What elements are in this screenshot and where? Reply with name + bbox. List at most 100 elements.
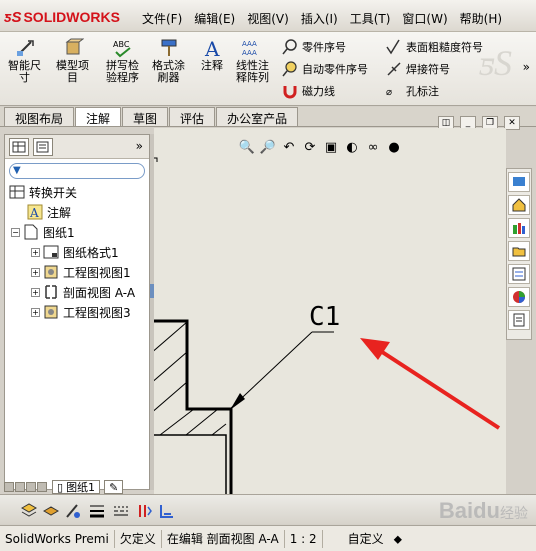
status-scale[interactable]: 1 : 2 (285, 529, 323, 548)
menu-tools[interactable]: 工具(T) (344, 8, 397, 29)
spell-checker-button[interactable]: ABC 拼写检 验程序 (106, 38, 139, 84)
tree-item-sheet-format[interactable]: + 图纸格式1 (31, 243, 119, 261)
tab-office-products[interactable]: 办公室产品 (216, 107, 299, 126)
baidu-watermark: Baidu经验 (438, 498, 528, 523)
tree-item-section-view[interactable]: + 剖面视图 A-A (31, 283, 135, 301)
zoom-to-fit-icon[interactable]: 🔍 (238, 138, 256, 156)
hole-callout-button[interactable]: ⌀ 孔标注 (386, 82, 439, 100)
first-sheet-icon[interactable] (4, 482, 14, 492)
line-thickness-icon[interactable] (88, 502, 106, 520)
expand-toggle-icon[interactable]: + (31, 267, 40, 277)
title-menu-bar: ƽS SOLIDWORKS 文件(F) 编辑(E) 视图(V) 插入(I) 工具… (0, 0, 536, 32)
view-palette-icon[interactable] (508, 264, 530, 284)
red-arrowhead (360, 338, 390, 360)
layer-properties-icon[interactable] (42, 502, 60, 520)
model-items-button[interactable]: 模型项 目 (56, 38, 89, 84)
smart-dimension-button[interactable]: 智能尺 寸 (8, 38, 41, 84)
design-library-icon[interactable] (508, 218, 530, 238)
expand-toggle-icon[interactable]: + (31, 247, 40, 257)
note-button[interactable]: A 注释 (200, 37, 224, 72)
magnetic-line-button[interactable]: 磁力线 (282, 82, 335, 100)
format-painter-icon (157, 38, 181, 58)
note-A-icon: A (200, 37, 224, 59)
color-display-mode-icon[interactable] (158, 502, 176, 520)
menu-help[interactable]: 帮助(H) (454, 8, 508, 29)
tab-view-layout[interactable]: 视图布局 (4, 107, 75, 126)
expand-toggle-icon[interactable]: + (31, 307, 40, 317)
hide-show-edges-icon[interactable] (136, 502, 154, 520)
part-outline (154, 319, 233, 494)
surface-finish-button[interactable]: 表面粗糙度符号 (386, 38, 483, 56)
svg-text:AAA: AAA (242, 40, 257, 48)
collapse-toggle-icon[interactable]: − (11, 227, 20, 237)
tree-filter-input[interactable]: ▼ (9, 163, 145, 179)
tab-evaluate[interactable]: 评估 (169, 107, 216, 126)
menu-view[interactable]: 视图(V) (241, 8, 295, 29)
task-pane (506, 168, 532, 340)
weld-symbol-button[interactable]: 焊接符号 (386, 60, 450, 78)
hole-callout-icon: ⌀ (386, 83, 402, 99)
sheet-icon (23, 224, 39, 240)
prev-sheet-icon[interactable] (15, 482, 25, 492)
auto-balloon-button[interactable]: 自动零件序号 (282, 60, 368, 78)
sheet-icon: ▯ (57, 480, 64, 494)
home-icon[interactable] (508, 195, 530, 215)
tree-item-annotations[interactable]: A 注解 (27, 203, 71, 221)
balloon-button[interactable]: 零件序号 (282, 38, 346, 56)
svg-text:⌀: ⌀ (386, 87, 392, 98)
chamfer-label[interactable]: C1 (309, 302, 340, 332)
menu-edit[interactable]: 编辑(E) (188, 8, 241, 29)
menu-window[interactable]: 窗口(W) (396, 8, 453, 29)
linear-note-pattern-button[interactable]: AAA AAA 线性注 释阵列 (236, 38, 269, 84)
ribbon-expand-button[interactable]: » (523, 60, 530, 74)
last-sheet-icon[interactable] (37, 482, 47, 492)
status-definition: 欠定义 (115, 529, 162, 548)
custom-properties-icon[interactable] (508, 310, 530, 330)
appearances-icon[interactable] (508, 287, 530, 307)
weld-symbol-icon (386, 61, 402, 77)
menu-insert[interactable]: 插入(I) (295, 8, 344, 29)
annotation-ribbon: ƽS 智能尺 寸 模型项 目 ABC 拼写检 验程序 格式涂 刷器 A 注释 A… (0, 32, 536, 106)
appearance-icon[interactable]: ● (385, 138, 403, 156)
display-style-icon[interactable]: ▣ (322, 138, 340, 156)
auto-balloon-icon (282, 61, 298, 77)
feature-manager-panel: » ▼ 转换开关 A 注解 − 图纸1 + 图纸格式1 + 工程图视图1 + 剖… (4, 134, 150, 490)
format-painter-button[interactable]: 格式涂 刷器 (152, 38, 185, 84)
tab-sketch[interactable]: 草图 (122, 107, 169, 126)
expand-toggle-icon[interactable]: + (31, 287, 40, 297)
drawing-view-icon (43, 264, 59, 280)
rebuild-icon[interactable]: ⬥ (389, 530, 407, 548)
tab-annotation[interactable]: 注解 (75, 107, 122, 126)
hide-show-icon[interactable]: ◐ (343, 138, 361, 156)
tree-item-drawing-view1[interactable]: + 工程图视图1 (31, 263, 131, 281)
feature-tree-tab-icon[interactable] (9, 138, 29, 156)
line-style-icon[interactable] (112, 502, 130, 520)
layer-icon[interactable] (20, 502, 38, 520)
rotate-icon[interactable]: ⟳ (301, 138, 319, 156)
drawing-canvas[interactable]: C1 (154, 128, 506, 494)
line-color-icon[interactable] (64, 502, 82, 520)
view-settings-icon[interactable]: ∞ (364, 138, 382, 156)
collapse-panel-button[interactable]: » (136, 139, 143, 153)
filter-icon: ▼ (13, 165, 21, 176)
solidworks-resources-icon[interactable] (508, 172, 530, 192)
status-units[interactable]: 自定义 (343, 530, 389, 548)
property-tab-icon[interactable] (33, 138, 53, 156)
add-sheet-tab-icon[interactable]: ✎ (104, 480, 124, 494)
menu-file[interactable]: 文件(F) (136, 8, 188, 29)
svg-text:A: A (29, 206, 39, 220)
tree-root-drawing[interactable]: 转换开关 (9, 183, 77, 201)
file-explorer-icon[interactable] (508, 241, 530, 261)
status-bar: SolidWorks Premi 欠定义 在编辑 剖面视图 A-A 1 : 2 … (0, 525, 536, 551)
drawing-doc-icon (9, 184, 25, 200)
zoom-to-area-icon[interactable]: 🔎 (259, 138, 277, 156)
model-items-icon (61, 38, 85, 58)
tree-item-drawing-view3[interactable]: + 工程图视图3 (31, 303, 131, 321)
sheet-tab-1[interactable]: ▯ 图纸1 (52, 480, 101, 494)
menu-bar: 文件(F) 编辑(E) 视图(V) 插入(I) 工具(T) 窗口(W) 帮助(H… (136, 8, 508, 29)
close-icon[interactable]: ✕ (504, 116, 520, 130)
previous-view-icon[interactable]: ↶ (280, 138, 298, 156)
next-sheet-icon[interactable] (26, 482, 36, 492)
solidworks-logo[interactable]: ƽS SOLIDWORKS (4, 6, 128, 28)
tree-item-sheet1[interactable]: − 图纸1 (11, 223, 75, 241)
